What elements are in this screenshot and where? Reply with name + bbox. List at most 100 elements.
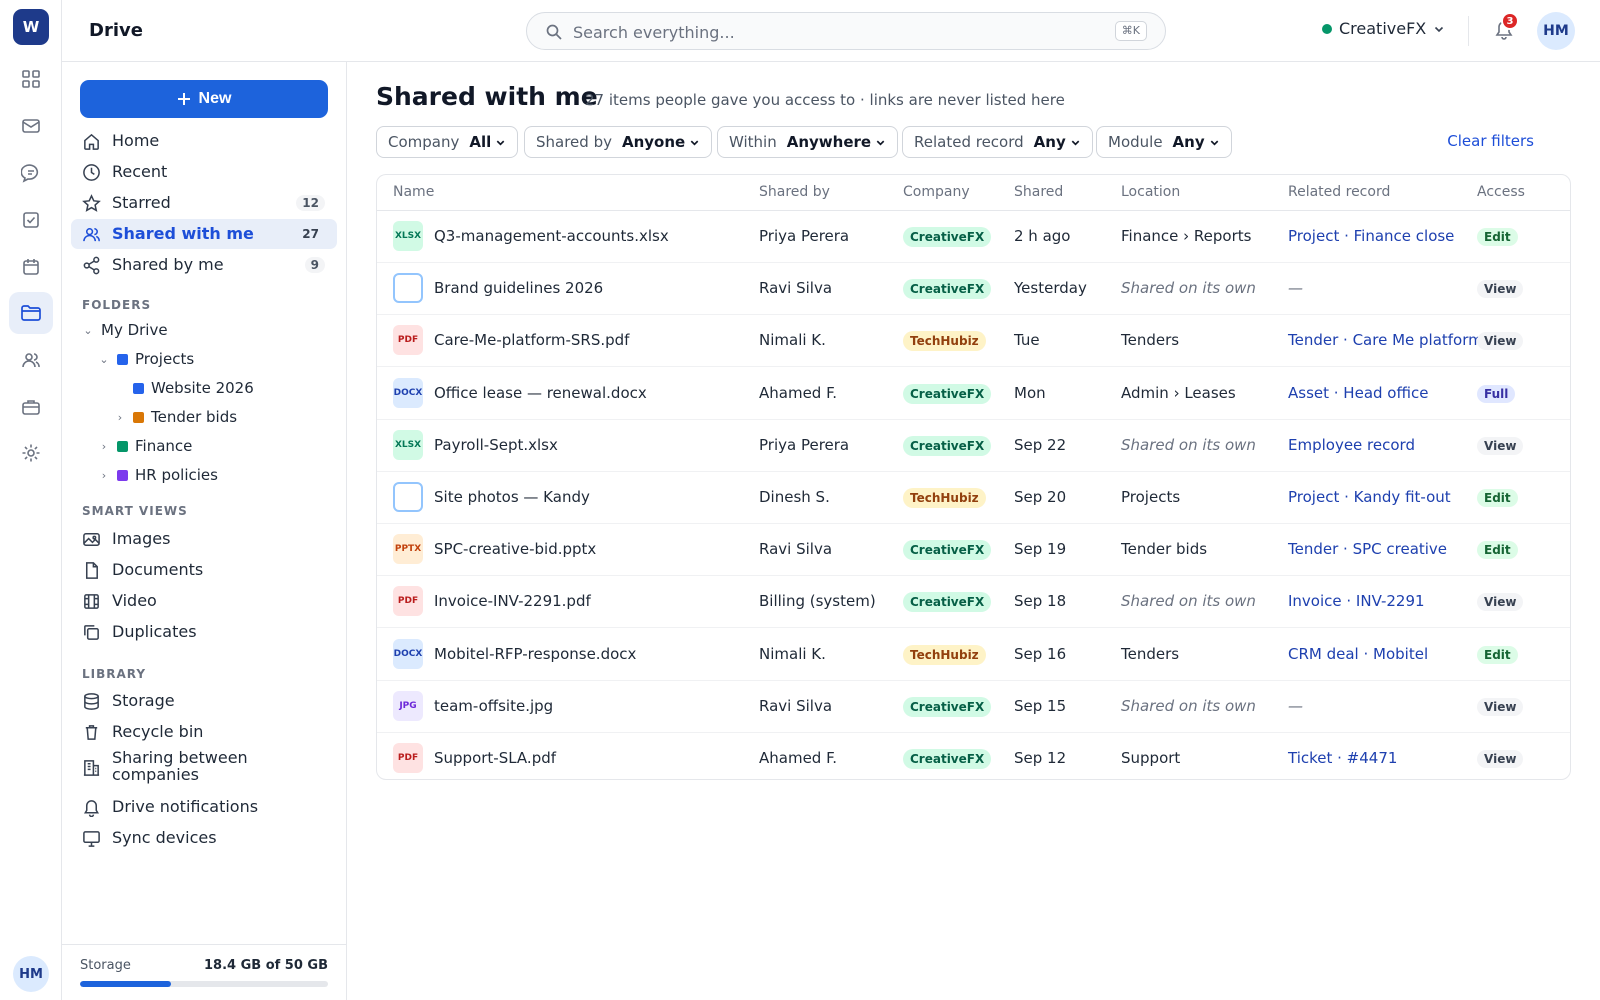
col-related-record[interactable]: Related record xyxy=(1288,184,1390,200)
file-name[interactable]: Q3-management-accounts.xlsx xyxy=(434,227,669,245)
file-name[interactable]: Site photos — Kandy xyxy=(434,488,590,506)
file-location[interactable]: Tenders xyxy=(1121,331,1179,349)
related-record-link[interactable]: Project · Finance close xyxy=(1288,227,1454,245)
folder-finance[interactable]: › Finance xyxy=(98,435,193,457)
table-row[interactable]: PPTX SPC-creative-bid.pptx Ravi Silva Creat… xyxy=(377,524,1570,577)
col-location[interactable]: Location xyxy=(1121,184,1180,200)
filter-module[interactable]: Module Any xyxy=(1096,126,1232,158)
file-type-icon xyxy=(393,273,423,304)
nav-starred[interactable]: Starred 12 xyxy=(71,188,337,218)
page-title: Shared with me xyxy=(376,82,598,111)
folder-my-drive[interactable]: ⌄ My Drive xyxy=(82,319,167,341)
filter-shared-by[interactable]: Shared by Anyone xyxy=(524,126,713,158)
folder-website-2026[interactable]: Website 2026 xyxy=(114,377,254,399)
rail-chat-icon[interactable] xyxy=(9,152,53,194)
file-location[interactable]: Finance › Reports xyxy=(1121,227,1251,245)
rail-user-avatar[interactable]: HM xyxy=(13,956,49,992)
file-location[interactable]: Support xyxy=(1121,749,1180,767)
table-row[interactable]: Brand guidelines 2026 Ravi Silva CreativeF… xyxy=(377,263,1570,316)
related-record-link[interactable]: Invoice · INV-2291 xyxy=(1288,592,1425,610)
related-record-link[interactable]: Tender · SPC creative xyxy=(1288,540,1447,558)
rail-tasks-icon[interactable] xyxy=(9,199,53,241)
table-row[interactable]: DOCX Office lease — renewal.docx Ahamed F.… xyxy=(377,368,1570,420)
filter-related-record[interactable]: Related record Any xyxy=(902,126,1093,158)
org-switcher[interactable]: CreativeFX xyxy=(1322,19,1445,38)
col-shared-by[interactable]: Shared by xyxy=(759,184,830,200)
chevron-down-icon xyxy=(495,137,506,148)
chevron-right-icon[interactable]: › xyxy=(98,440,110,453)
library-sync-devices[interactable]: Sync devices xyxy=(71,823,337,853)
smart-view-duplicates[interactable]: Duplicates xyxy=(71,617,337,647)
file-name[interactable]: Invoice-INV-2291.pdf xyxy=(434,592,591,610)
file-location: Shared on its own xyxy=(1121,279,1256,298)
file-location[interactable]: Tenders xyxy=(1121,645,1179,663)
folder-color-icon xyxy=(117,469,128,481)
file-name[interactable]: Brand guidelines 2026 xyxy=(434,279,603,297)
related-record-link[interactable]: Project · Kandy fit-out xyxy=(1288,488,1451,506)
nav-home[interactable]: Home xyxy=(71,126,337,156)
filter-company[interactable]: Company All xyxy=(376,126,519,158)
chevron-down-icon[interactable]: ⌄ xyxy=(82,324,94,337)
library-drive-notifications[interactable]: Drive notifications xyxy=(71,792,337,822)
rail-calendar-icon[interactable] xyxy=(9,246,53,288)
global-search[interactable]: ⌘K xyxy=(526,12,1166,50)
library-storage[interactable]: Storage xyxy=(71,686,337,716)
related-record-link[interactable]: Ticket · #4471 xyxy=(1288,749,1397,767)
new-button[interactable]: New xyxy=(80,80,328,118)
library-storage-label: Storage xyxy=(112,691,175,710)
search-input[interactable] xyxy=(573,21,1073,43)
nav-recent[interactable]: Recent xyxy=(71,157,337,187)
rail-contacts-icon[interactable] xyxy=(9,339,53,381)
file-name[interactable]: Office lease — renewal.docx xyxy=(434,384,647,402)
org-name: CreativeFX xyxy=(1339,19,1427,38)
file-location[interactable]: Admin › Leases xyxy=(1121,384,1236,402)
rail-apps-icon[interactable] xyxy=(9,58,53,100)
user-avatar[interactable]: HM xyxy=(1537,12,1575,50)
smart-view-documents[interactable]: Documents xyxy=(71,555,337,585)
folder-projects[interactable]: ⌄ Projects xyxy=(98,348,194,370)
chevron-right-icon[interactable]: › xyxy=(114,411,126,424)
nav-shared-by-me[interactable]: Shared by me 9 xyxy=(71,250,337,280)
smart-view-video[interactable]: Video xyxy=(71,586,337,616)
folder-hr-policies[interactable]: › HR policies xyxy=(98,464,218,486)
library-recycle-bin[interactable]: Recycle bin xyxy=(71,717,337,747)
file-name[interactable]: Payroll-Sept.xlsx xyxy=(434,436,558,454)
rail-drive-icon[interactable] xyxy=(9,292,53,334)
related-record-link[interactable]: CRM deal · Mobitel xyxy=(1288,645,1428,663)
file-name[interactable]: team-offsite.jpg xyxy=(434,697,553,715)
table-row[interactable]: XLSX Q3-management-accounts.xlsx Priya Per… xyxy=(377,211,1570,263)
nav-shared-with-me[interactable]: Shared with me 27 xyxy=(71,219,337,249)
rail-briefcase-icon[interactable] xyxy=(9,386,53,428)
table-row[interactable]: PDF Care-Me-platform-SRS.pdf Nimali K. Tech… xyxy=(377,315,1570,368)
related-record-link[interactable]: Asset · Head office xyxy=(1288,384,1428,402)
clear-filters-link[interactable]: Clear filters xyxy=(1447,132,1534,150)
workspace-logo[interactable]: W xyxy=(13,9,49,45)
rail-mail-icon[interactable] xyxy=(9,105,53,147)
library-sharing-between-companies[interactable]: Sharing between companies xyxy=(71,748,337,786)
col-name[interactable]: Name xyxy=(393,184,434,200)
related-record-link[interactable]: Employee record xyxy=(1288,436,1415,454)
chevron-down-icon[interactable]: ⌄ xyxy=(98,353,110,366)
file-name[interactable]: SPC-creative-bid.pptx xyxy=(434,540,596,558)
table-row[interactable]: XLSX Payroll-Sept.xlsx Priya Perera Creativ… xyxy=(377,420,1570,472)
smart-view-images[interactable]: Images xyxy=(71,524,337,554)
col-shared[interactable]: Shared xyxy=(1014,184,1063,200)
rail-settings-icon[interactable] xyxy=(9,432,53,474)
file-location[interactable]: Projects xyxy=(1121,488,1180,506)
folder-tender-bids[interactable]: › Tender bids xyxy=(114,406,237,428)
file-name[interactable]: Support-SLA.pdf xyxy=(434,749,556,767)
table-row[interactable]: Site photos — Kandy Dinesh S. TechHubiz Sep… xyxy=(377,472,1570,524)
col-company[interactable]: Company xyxy=(903,184,970,200)
col-access[interactable]: Access xyxy=(1477,184,1525,200)
chevron-right-icon[interactable]: › xyxy=(98,469,110,482)
table-row[interactable]: JPG team-offsite.jpg Ravi Silva CreativeFX S… xyxy=(377,681,1570,733)
file-location[interactable]: Tender bids xyxy=(1121,540,1207,558)
filter-related-record-label: Related record xyxy=(914,133,1024,151)
table-row[interactable]: PDF Invoice-INV-2291.pdf Billing (system) C… xyxy=(377,576,1570,629)
table-row[interactable]: PDF Support-SLA.pdf Ahamed F. CreativeFX Sep… xyxy=(377,733,1570,779)
related-record-link[interactable]: Tender · Care Me platform xyxy=(1288,331,1483,349)
file-name[interactable]: Mobitel-RFP-response.docx xyxy=(434,645,636,663)
table-row[interactable]: DOCX Mobitel-RFP-response.docx Nimali K. Te… xyxy=(377,629,1570,681)
filter-within[interactable]: Within Anywhere xyxy=(717,126,899,158)
file-name[interactable]: Care-Me-platform-SRS.pdf xyxy=(434,331,629,349)
